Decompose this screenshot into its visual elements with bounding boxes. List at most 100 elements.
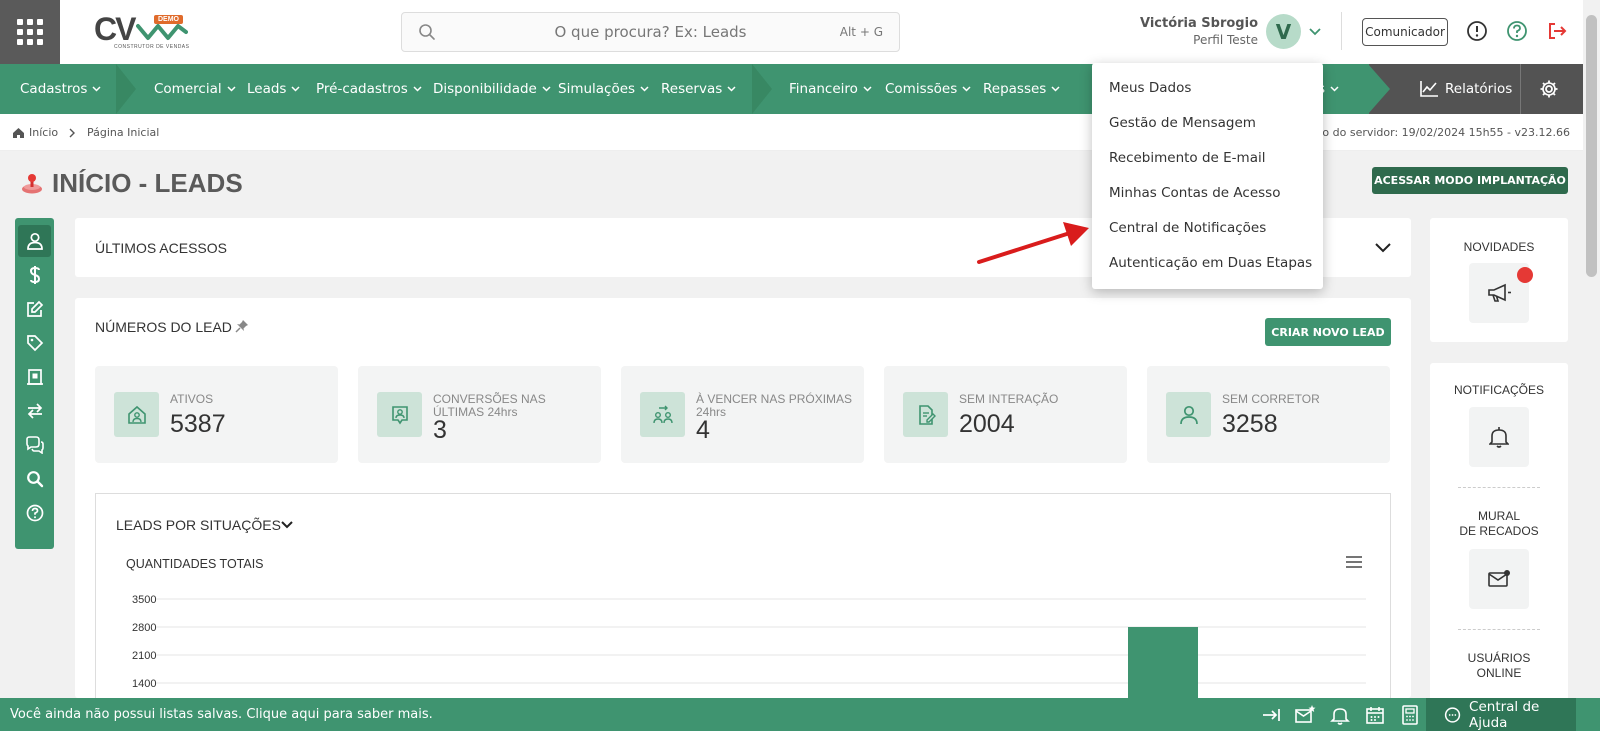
chevron-down-icon (227, 86, 236, 92)
stat-icon-box (903, 392, 948, 437)
divider (1520, 64, 1521, 114)
chevron-down-icon[interactable] (1375, 243, 1391, 253)
menu-item-central-notificacoes[interactable]: Central de Notificações (1092, 211, 1323, 246)
nav-reports-area: Relatórios (1368, 64, 1600, 114)
nav-item-financeiro[interactable]: Financeiro (789, 64, 872, 114)
stat-card-conversoes[interactable]: CONVERSÕES NAS ÚLTIMAS 24hrs 3 (358, 366, 601, 463)
nav-label: Comissões (885, 81, 958, 97)
notificacoes-button[interactable] (1469, 407, 1529, 467)
nav-label: Cadastros (20, 81, 88, 97)
saved-lists-message[interactable]: Você ainda não possui listas salvas. Cli… (10, 707, 433, 722)
nav-item-simulacoes[interactable]: Simulações (558, 64, 649, 114)
stat-card-a-vencer[interactable]: À VENCER NAS PRÓXIMAS 24hrs 4 (621, 366, 864, 463)
nav-label: Simulações (558, 81, 636, 97)
calendar-icon[interactable] (1364, 704, 1386, 726)
nav-item-repasses[interactable]: Repasses (983, 64, 1060, 114)
breadcrumb-home-label: Início (29, 126, 59, 139)
side-btn-leads[interactable] (18, 225, 51, 257)
joystick-icon (22, 174, 42, 194)
nav-item-comercial[interactable]: Comercial (154, 64, 236, 114)
nav-label: Leads (247, 81, 287, 97)
user-info[interactable]: Victória Sbrogio Perfil Teste (1140, 16, 1258, 47)
calculator-icon[interactable] (1399, 704, 1421, 726)
chevron-down-icon (640, 86, 649, 92)
stat-value: 2004 (959, 410, 1015, 438)
mural-button[interactable] (1469, 549, 1529, 609)
nav-label: Pré-cadastros (316, 81, 408, 97)
stat-value: 4 (696, 416, 710, 444)
info-icon[interactable] (1466, 20, 1488, 42)
implant-mode-button[interactable]: ACESSAR MODO IMPLANTAÇÃO (1372, 167, 1568, 194)
search-input[interactable] (402, 13, 899, 51)
stat-label: SEM INTERAÇÃO (959, 392, 1059, 406)
nav-item-leads[interactable]: Leads (247, 64, 300, 114)
comunicador-button[interactable]: Comunicador (1362, 18, 1448, 46)
usuarios-label-line1: USUÁRIOS (1467, 651, 1531, 665)
leads-situacoes-panel: LEADS POR SITUAÇÕES QUANTIDADES TOTAIS 3… (95, 493, 1391, 731)
nav-label: Reservas (661, 81, 723, 97)
stat-card-ativos[interactable]: ATIVOS 5387 (95, 366, 338, 463)
nav-item-reservas[interactable]: Reservas (661, 64, 736, 114)
transfer-icon (27, 403, 42, 419)
menu-item-contas-acesso[interactable]: Minhas Contas de Acesso (1092, 176, 1323, 211)
side-btn-edit[interactable] (18, 293, 51, 325)
side-icon-bar (15, 218, 54, 549)
mural-label: MURAL DE RECADOS (1430, 509, 1568, 539)
breadcrumb-home[interactable]: Início (12, 126, 58, 139)
side-btn-search[interactable] (18, 463, 51, 495)
side-btn-chat[interactable] (18, 429, 51, 461)
side-btn-financeiro[interactable] (18, 259, 51, 291)
stat-label: À VENCER NAS PRÓXIMAS 24hrs (696, 392, 853, 419)
dollar-icon (29, 266, 40, 284)
create-lead-button[interactable]: CRIAR NOVO LEAD (1265, 318, 1391, 346)
nav-item-relatorios[interactable]: Relatórios (1419, 64, 1512, 114)
nav-item-cadastros[interactable]: Cadastros (20, 64, 101, 114)
help-icon (26, 504, 43, 522)
stat-value: 3258 (1222, 410, 1278, 438)
scrollbar-thumb[interactable] (1586, 15, 1597, 277)
apps-menu-button[interactable] (0, 0, 60, 64)
stat-card-sem-corretor[interactable]: SEM CORRETOR 3258 (1147, 366, 1390, 463)
side-btn-transfer[interactable] (18, 395, 51, 427)
menu-item-recebimento-email[interactable]: Recebimento de E-mail (1092, 141, 1323, 176)
location-user-icon (391, 405, 408, 424)
help-center-button[interactable]: Central de Ajuda (1426, 698, 1576, 731)
side-btn-help[interactable] (18, 497, 51, 529)
side-btn-empreendimentos[interactable] (18, 361, 51, 393)
apps-grid-icon (17, 19, 43, 45)
help-icon[interactable] (1506, 20, 1528, 42)
arrow-to-right-icon[interactable] (1260, 704, 1282, 726)
scrollbar[interactable] (1583, 0, 1600, 698)
avatar[interactable]: V (1266, 14, 1301, 49)
stat-value: 3 (433, 416, 447, 444)
global-search: Alt + G (401, 12, 900, 52)
side-btn-tags[interactable] (18, 327, 51, 359)
logo[interactable]: CV DEMO CONSTRUTOR DE VENDAS (94, 12, 190, 54)
nav-item-pre-cadastros[interactable]: Pré-cadastros (316, 64, 422, 114)
building-icon (26, 369, 43, 385)
chevron-down-icon (92, 86, 101, 92)
mail-star-icon[interactable] (1294, 704, 1316, 726)
help-center-label: Central de Ajuda (1469, 698, 1540, 731)
user-menu-dropdown: Meus Dados Gestão de Mensagem Recebiment… (1092, 63, 1323, 289)
mural-label-line1: MURAL (1477, 509, 1520, 523)
chevron-down-icon (727, 86, 736, 92)
nav-item-comissoes[interactable]: Comissões (885, 64, 971, 114)
stat-icon-box (640, 392, 685, 437)
menu-item-gestao-mensagem[interactable]: Gestão de Mensagem (1092, 106, 1323, 141)
breadcrumb-current-label: Página Inicial (87, 126, 160, 139)
logout-icon[interactable] (1546, 20, 1568, 42)
pin-icon[interactable] (235, 319, 249, 333)
chevron-down-icon[interactable] (1309, 28, 1321, 36)
gear-icon[interactable] (1539, 79, 1559, 99)
chevron-right-icon (69, 128, 75, 138)
annotation-arrow-icon (977, 222, 1089, 264)
menu-item-meus-dados[interactable]: Meus Dados (1092, 71, 1323, 106)
menu-item-autenticacao-duas-etapas[interactable]: Autenticação em Duas Etapas (1092, 246, 1323, 281)
usuarios-label-line2: ONLINE (1476, 666, 1522, 680)
nav-item-disponibilidade[interactable]: Disponibilidade (433, 64, 551, 114)
stat-card-sem-interacao[interactable]: SEM INTERAÇÃO 2004 (884, 366, 1127, 463)
chat-bubble-icon (1444, 706, 1461, 723)
chart-line-icon (1420, 81, 1438, 97)
bell-icon[interactable] (1329, 704, 1351, 726)
